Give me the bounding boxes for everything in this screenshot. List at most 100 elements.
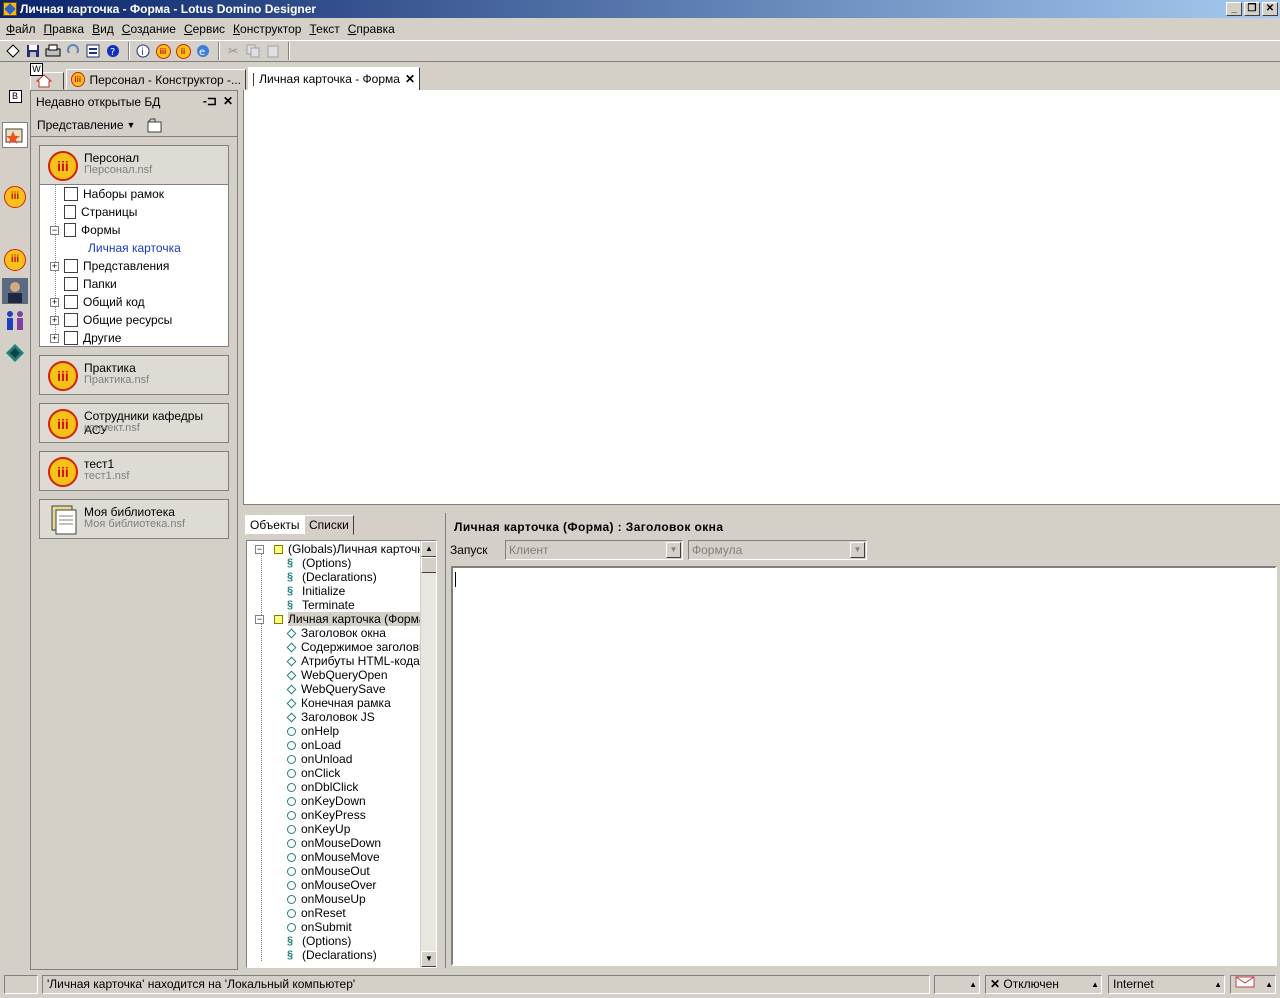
- paste-icon[interactable]: [264, 42, 282, 60]
- menu-tools[interactable]: Сервис: [180, 22, 229, 36]
- collapse-icon[interactable]: −: [255, 614, 264, 624]
- object-onunload[interactable]: onUnload: [287, 752, 352, 766]
- object-onmousemove[interactable]: onMouseMove: [287, 850, 380, 864]
- object-options-2[interactable]: § (Options): [287, 934, 351, 948]
- restore-button[interactable]: ❐: [1244, 2, 1260, 16]
- menu-help[interactable]: Справка: [344, 22, 399, 36]
- object-onhelp[interactable]: onHelp: [287, 724, 339, 738]
- object-webqueryopen[interactable]: WebQueryOpen: [286, 668, 388, 682]
- menu-design[interactable]: Конструктор: [229, 22, 305, 36]
- object-window-title[interactable]: Заголовок окна: [286, 626, 386, 640]
- database-practice[interactable]: iii Практика Практика.nsf: [39, 355, 229, 395]
- help-icon[interactable]: ?: [104, 42, 122, 60]
- tab-lists[interactable]: Списки: [304, 515, 354, 535]
- object-html-attributes[interactable]: Атрибуты HTML-кода: [286, 654, 420, 668]
- code-editor[interactable]: [451, 566, 1277, 966]
- tree-item-personal-card[interactable]: Личная карточка: [74, 239, 181, 257]
- cut-icon[interactable]: ✂: [224, 42, 242, 60]
- close-icon[interactable]: ✕: [405, 72, 415, 86]
- copy-icon[interactable]: [244, 42, 262, 60]
- object-declarations-2[interactable]: § (Declarations): [287, 948, 377, 962]
- object-js-header[interactable]: Заголовок JS: [286, 710, 375, 724]
- object-initialize[interactable]: § Initialize: [287, 584, 345, 598]
- lotus-bookmark-icon[interactable]: iii: [2, 184, 28, 210]
- lock-db-icon[interactable]: ii: [174, 42, 192, 60]
- scroll-up-icon[interactable]: ▲: [421, 541, 436, 557]
- object-header-content[interactable]: Содержимое заголовка: [286, 640, 431, 654]
- web-preview-icon[interactable]: e: [194, 42, 212, 60]
- refresh-icon[interactable]: [64, 42, 82, 60]
- close-panel-icon[interactable]: ✕: [223, 94, 233, 108]
- object-onmousedown[interactable]: onMouseDown: [287, 836, 381, 850]
- objects-scrollbar[interactable]: ▲ ▼: [420, 541, 436, 967]
- properties-icon[interactable]: [84, 42, 102, 60]
- object-target-frame[interactable]: Конечная рамка: [286, 696, 391, 710]
- form-editor[interactable]: [243, 90, 1280, 505]
- database-test1[interactable]: iii тест1 тест1.nsf: [39, 451, 229, 491]
- database-staff[interactable]: iii Сотрудники кафедры АСУ коннект.nsf: [39, 403, 229, 443]
- tree-item-other[interactable]: + Другие: [50, 329, 121, 347]
- collapse-icon[interactable]: −: [255, 544, 264, 554]
- object-onmouseup[interactable]: onMouseUp: [287, 892, 366, 906]
- tree-item-forms[interactable]: − Формы: [50, 221, 120, 239]
- tree-item-framesets[interactable]: Наборы рамок: [50, 185, 164, 203]
- status-indicator[interactable]: [4, 975, 38, 994]
- tree-item-shared-code[interactable]: + Общий код: [50, 293, 145, 311]
- people-icon[interactable]: [2, 308, 28, 334]
- print-icon[interactable]: [44, 42, 62, 60]
- status-message[interactable]: 'Личная карточка' находится на 'Локальны…: [42, 975, 930, 994]
- save-icon[interactable]: [24, 42, 42, 60]
- object-onclick[interactable]: onClick: [287, 766, 340, 780]
- object-onreset[interactable]: onReset: [287, 906, 346, 920]
- minimize-button[interactable]: _: [1226, 2, 1242, 16]
- mail-status[interactable]: ▲: [1230, 975, 1276, 994]
- object-onkeydown[interactable]: onKeyDown: [287, 794, 366, 808]
- menu-view[interactable]: Вид: [88, 22, 118, 36]
- pin-icon[interactable]: -⊐: [203, 94, 217, 108]
- lotus-db-icon[interactable]: iii: [154, 42, 172, 60]
- tree-item-shared-resources[interactable]: + Общие ресурсы: [50, 311, 172, 329]
- close-button[interactable]: ✕: [1262, 2, 1278, 16]
- expand-icon[interactable]: +: [50, 333, 59, 343]
- object-webquerysave[interactable]: WebQuerySave: [286, 682, 386, 696]
- location-status[interactable]: Internet ▲: [1108, 975, 1225, 994]
- view-dropdown[interactable]: Представление ▼: [31, 113, 237, 137]
- expand-icon[interactable]: +: [50, 297, 59, 307]
- object-declarations[interactable]: § (Declarations): [287, 570, 377, 584]
- connection-status[interactable]: ✕ Отключен ▲: [985, 975, 1102, 994]
- object-onload[interactable]: onLoad: [287, 738, 341, 752]
- object-onmouseout[interactable]: onMouseOut: [287, 864, 370, 878]
- object-onsubmit[interactable]: onSubmit: [287, 920, 352, 934]
- tree-item-views[interactable]: + Представления: [50, 257, 169, 275]
- object-globals[interactable]: − (Globals)Личная карточка: [255, 542, 429, 556]
- database-my-library[interactable]: Моя библиотека Моя библиотека.nsf: [39, 499, 229, 539]
- menu-text[interactable]: Текст: [305, 22, 343, 36]
- object-options[interactable]: § (Options): [287, 556, 351, 570]
- lotus-bookmark-icon[interactable]: iii: [2, 247, 28, 273]
- database-personnel[interactable]: iii Персонал Персонал.nsf Наборы рамок С…: [39, 145, 229, 347]
- new-folder-icon[interactable]: [145, 117, 163, 133]
- object-ondblclick[interactable]: onDblClick: [287, 780, 358, 794]
- object-onkeyup[interactable]: onKeyUp: [287, 822, 350, 836]
- object-form[interactable]: − Личная карточка (Форма): [255, 612, 430, 626]
- object-terminate[interactable]: § Terminate: [287, 598, 355, 612]
- collapse-icon[interactable]: −: [50, 225, 59, 235]
- object-onkeypress[interactable]: onKeyPress: [287, 808, 366, 822]
- favorites-bookmark-icon[interactable]: [2, 122, 28, 148]
- language-select[interactable]: Формула ▼: [688, 540, 867, 560]
- new-icon[interactable]: [4, 42, 22, 60]
- replicator-icon[interactable]: [2, 340, 28, 366]
- menu-create[interactable]: Создание: [118, 22, 180, 36]
- expand-icon[interactable]: +: [50, 315, 59, 325]
- info-icon[interactable]: i: [134, 42, 152, 60]
- tab-form[interactable]: Личная карточка - Форма ✕: [248, 67, 420, 90]
- tab-objects[interactable]: Объекты: [245, 515, 305, 535]
- run-target-select[interactable]: Клиент ▼: [505, 540, 683, 560]
- scroll-thumb[interactable]: [421, 557, 436, 573]
- menu-file[interactable]: Файл: [2, 22, 40, 36]
- scroll-down-icon[interactable]: ▼: [421, 951, 436, 967]
- menu-edit[interactable]: Правка: [40, 22, 89, 36]
- tab-personnel-designer[interactable]: iii Персонал - Конструктор -...: [66, 69, 246, 90]
- person-photo-icon[interactable]: [2, 278, 28, 304]
- tree-item-pages[interactable]: Страницы: [50, 203, 137, 221]
